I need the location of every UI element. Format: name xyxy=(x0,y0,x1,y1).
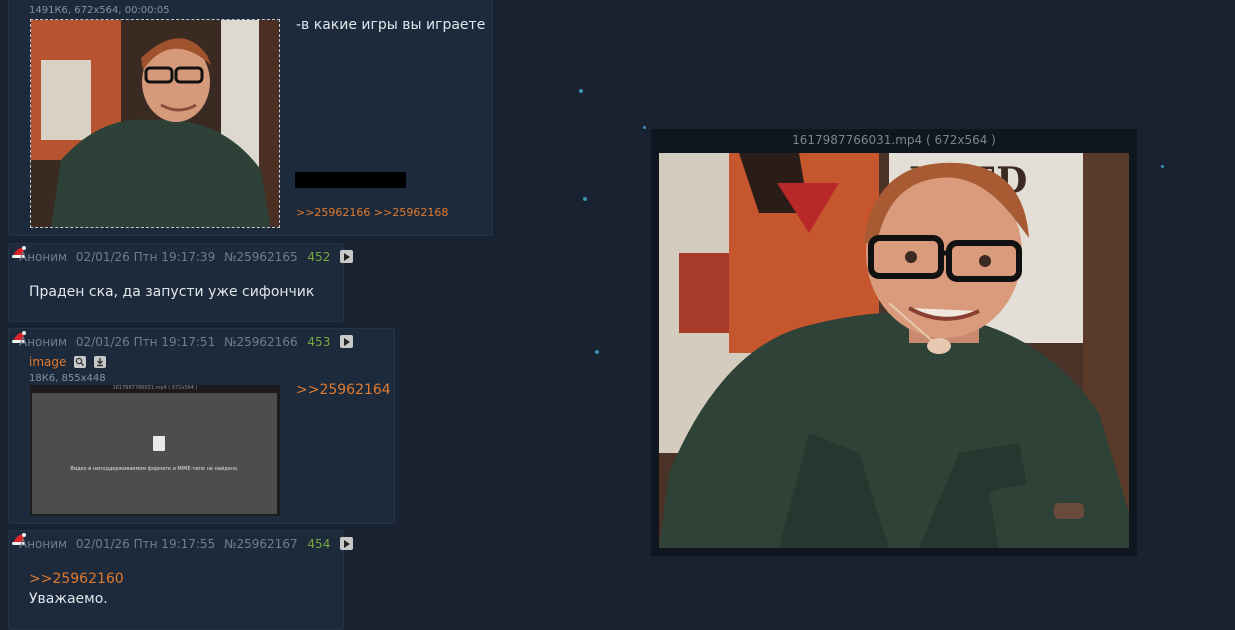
viewer-video[interactable]: NTED xyxy=(659,153,1129,548)
post-452: Аноним 02/01/26 Птн 19:17:39 №25962165 4… xyxy=(8,243,354,322)
file-name-link[interactable]: image xyxy=(29,355,66,369)
file-info: 1491К6, 672x564, 00:00:05 xyxy=(29,5,170,16)
redacted-block xyxy=(295,172,406,188)
post-number[interactable]: №25962165 xyxy=(224,250,298,264)
post-index: 452 xyxy=(307,250,331,264)
reply-link[interactable]: >>25962160 xyxy=(29,571,124,587)
decor-dot xyxy=(1161,165,1164,168)
video-frame: NTED xyxy=(659,153,1129,548)
search-icon[interactable] xyxy=(74,356,87,368)
screenshot-panel: Видео в неподдерживаемом формате и MIME-… xyxy=(32,393,277,514)
play-icon[interactable] xyxy=(340,335,354,348)
post-454: Аноним 02/01/26 Птн 19:17:55 №25962167 4… xyxy=(8,530,354,630)
post-453: Аноним 02/01/26 Птн 19:17:51 №25962166 4… xyxy=(8,328,395,524)
author-name: Аноним xyxy=(19,250,68,264)
file-placeholder-icon xyxy=(153,436,165,451)
viewer-title: 1617987766031.mp4 ( 672x564 ) xyxy=(792,133,996,147)
post-date: 02/01/26 Птн 19:17:39 xyxy=(75,250,216,264)
download-icon[interactable] xyxy=(94,356,107,368)
video-thumbnail[interactable] xyxy=(30,19,280,228)
screenshot-error-text: Видео в неподдерживаемом формате и MIME-… xyxy=(70,466,239,472)
post-index: 453 xyxy=(307,335,331,349)
play-icon[interactable] xyxy=(340,250,354,263)
image-thumbnail[interactable]: 1617987766031.mp4 ( 672x564 ) Видео в не… xyxy=(30,385,280,516)
file-info: 18К6, 855x448 xyxy=(29,373,106,384)
reply-links[interactable]: >>25962166 >>25962168 xyxy=(296,206,448,219)
post-text: -в какие игры вы играете xyxy=(296,17,486,33)
author-name: Аноним xyxy=(19,335,68,349)
decor-dot xyxy=(595,350,599,354)
post-index: 454 xyxy=(307,537,331,551)
post-text: Праден ска, да запусти уже сифончик xyxy=(29,284,315,300)
file-name-row: image xyxy=(29,355,107,369)
post-top: 1491К6, 672x564, 00:00:05 -в какие игры … xyxy=(8,0,493,236)
post-number[interactable]: №25962167 xyxy=(224,537,298,551)
post-date: 02/01/26 Птн 19:17:51 xyxy=(75,335,216,349)
post-header: Аноним 02/01/26 Птн 19:17:39 №25962165 4… xyxy=(19,250,354,264)
post-header: Аноним 02/01/26 Птн 19:17:51 №25962166 4… xyxy=(19,335,354,349)
play-icon[interactable] xyxy=(340,537,354,550)
screenshot-title: 1617987766031.mp4 ( 672x564 ) xyxy=(112,385,198,391)
reply-link[interactable]: >>25962164 xyxy=(296,382,391,398)
decor-dot xyxy=(643,126,646,129)
author-name: Аноним xyxy=(19,537,68,551)
decor-dot xyxy=(579,89,583,93)
post-date: 02/01/26 Птн 19:17:55 xyxy=(75,537,216,551)
post-number[interactable]: №25962166 xyxy=(224,335,298,349)
decor-dot xyxy=(583,197,587,201)
media-viewer[interactable]: 1617987766031.mp4 ( 672x564 ) NTED xyxy=(651,129,1137,556)
thumbnail-image xyxy=(31,20,279,227)
post-header: Аноним 02/01/26 Птн 19:17:55 №25962167 4… xyxy=(19,537,354,551)
post-text: Уважаемо. xyxy=(29,591,108,607)
